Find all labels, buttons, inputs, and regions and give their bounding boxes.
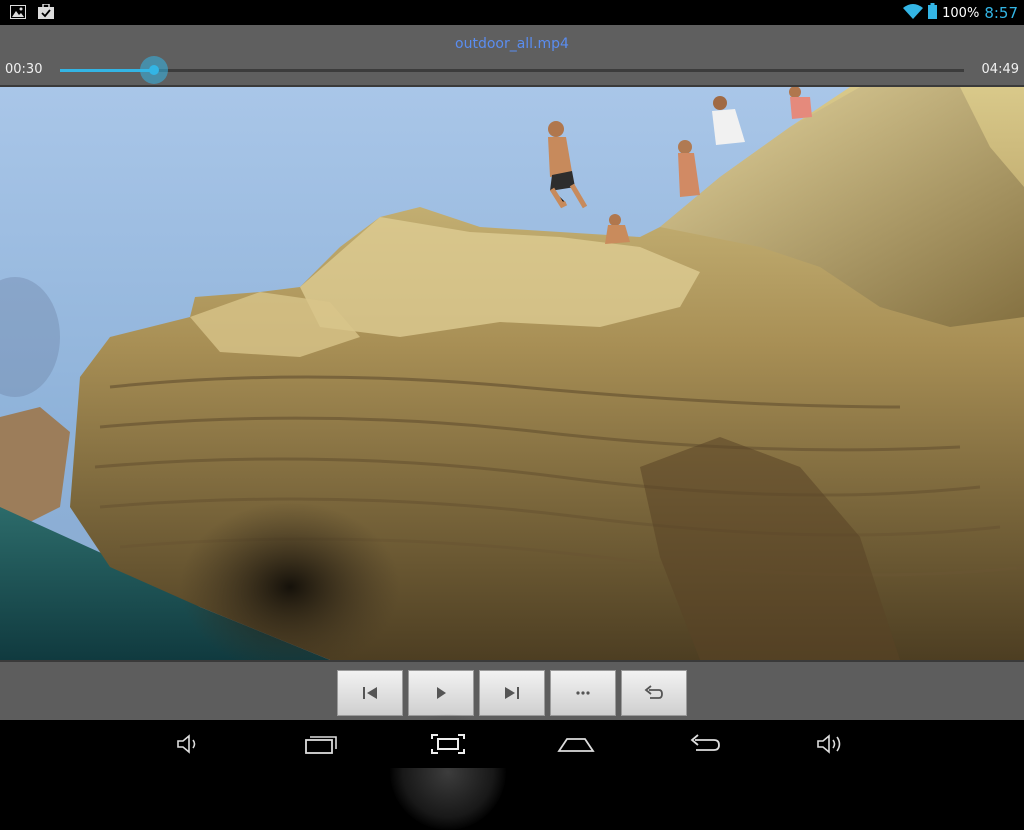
home-button[interactable] bbox=[554, 730, 598, 758]
battery-percent: 100% bbox=[942, 5, 980, 21]
volume-down-button[interactable] bbox=[168, 730, 212, 758]
seek-bar[interactable] bbox=[60, 56, 964, 84]
clock: 8:57 bbox=[984, 4, 1018, 22]
more-button[interactable] bbox=[550, 670, 616, 716]
jumping-person bbox=[548, 121, 588, 209]
volume-up-icon bbox=[817, 734, 841, 754]
return-button[interactable] bbox=[621, 670, 687, 716]
screenshot-icon bbox=[431, 734, 465, 754]
volume-up-button[interactable] bbox=[810, 730, 854, 758]
video-title: outdoor_all.mp4 bbox=[455, 36, 569, 52]
gallery-icon bbox=[10, 4, 26, 23]
next-button[interactable] bbox=[479, 670, 545, 716]
skip-previous-icon bbox=[363, 687, 377, 699]
previous-button[interactable] bbox=[337, 670, 403, 716]
battery-icon bbox=[928, 3, 938, 23]
video-surface[interactable] bbox=[0, 87, 1024, 660]
seek-thumb[interactable] bbox=[140, 56, 169, 84]
total-time: 04:49 bbox=[981, 62, 1019, 77]
back-icon bbox=[690, 734, 720, 751]
playback-controls bbox=[0, 660, 1024, 722]
back-button[interactable] bbox=[682, 730, 726, 758]
briefcase-icon bbox=[38, 3, 54, 23]
player-header: outdoor_all.mp4 00:30 04:49 bbox=[0, 25, 1024, 87]
video-frame-image bbox=[0, 87, 1024, 660]
play-icon bbox=[437, 687, 446, 699]
play-button[interactable] bbox=[408, 670, 474, 716]
recent-apps-icon bbox=[305, 736, 337, 754]
recent-apps-button[interactable] bbox=[299, 730, 343, 758]
home-icon bbox=[557, 738, 595, 752]
current-time: 00:30 bbox=[5, 62, 43, 77]
undo-icon bbox=[644, 685, 663, 699]
navigation-bar bbox=[0, 720, 1024, 768]
volume-down-icon bbox=[177, 734, 196, 754]
screenshot-button[interactable] bbox=[426, 730, 470, 758]
status-bar: 100% 8:57 bbox=[0, 0, 1024, 25]
skip-next-icon bbox=[505, 687, 519, 699]
wifi-icon bbox=[903, 3, 924, 23]
more-dots-icon bbox=[576, 691, 590, 695]
